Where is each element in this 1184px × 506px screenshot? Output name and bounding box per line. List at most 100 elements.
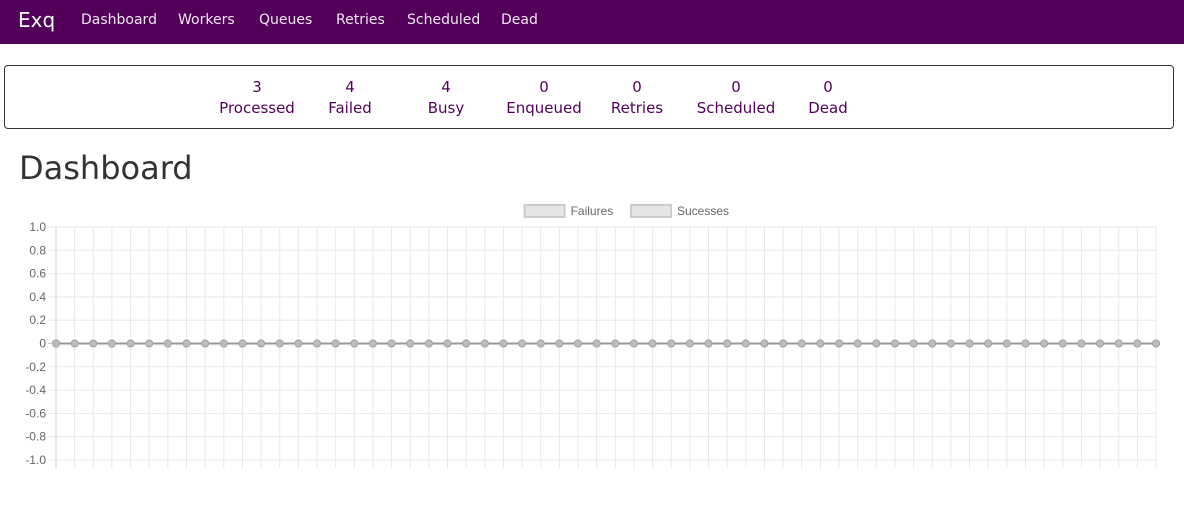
data-point (1002, 339, 1011, 348)
data-point (1096, 339, 1105, 348)
legend-item: Sucesses (630, 204, 729, 218)
y-tick-label: 0.8 (29, 243, 46, 257)
legend-item: Failures (523, 204, 614, 218)
y-tick-label: 0 (39, 337, 46, 351)
stat-dead-value: 0 (823, 78, 833, 96)
data-point (667, 339, 676, 348)
data-point (723, 339, 732, 348)
brand-link[interactable]: Exq (18, 8, 55, 32)
data-point (965, 339, 974, 348)
stat-retries-label: Retries (610, 99, 664, 117)
data-point (890, 339, 899, 348)
stat-retries: 0 Retries (611, 77, 663, 119)
data-point (480, 339, 489, 348)
data-point (462, 339, 471, 348)
data-point (779, 339, 788, 348)
stat-scheduled-label: Scheduled (696, 99, 776, 117)
stat-processed-label: Processed (219, 99, 295, 117)
legend-label: Failures (571, 204, 614, 218)
stat-busy-label: Busy (427, 99, 465, 117)
data-point (275, 339, 284, 348)
nav-queues[interactable]: Queues (259, 12, 312, 28)
stat-dead-label: Dead (808, 99, 848, 117)
navbar: Exq Dashboard Workers Queues Retries Sch… (0, 0, 1184, 44)
stat-failed-value: 4 (345, 78, 355, 96)
data-point (1040, 339, 1049, 348)
y-tick-label: 1.0 (29, 220, 46, 234)
stat-dead: 0 Dead (808, 77, 848, 119)
data-point (928, 339, 937, 348)
stat-processed-value: 3 (252, 78, 262, 96)
data-point (835, 339, 844, 348)
data-point (518, 339, 527, 348)
y-tick-label: 0.6 (29, 267, 46, 281)
stat-enqueued-label: Enqueued (506, 99, 582, 117)
y-tick-label: 0.2 (29, 313, 46, 327)
stat-busy-value: 4 (441, 78, 451, 96)
data-point (70, 339, 79, 348)
data-point (611, 339, 620, 348)
stat-enqueued: 0 Enqueued (506, 77, 582, 119)
data-point (107, 339, 116, 348)
data-point (443, 339, 452, 348)
nav-retries[interactable]: Retries (336, 12, 385, 28)
y-tick-label: -0.6 (25, 406, 46, 420)
data-point (238, 339, 247, 348)
data-point (984, 339, 993, 348)
y-tick-label: -0.2 (25, 360, 46, 374)
data-point (704, 339, 713, 348)
data-point (853, 339, 862, 348)
data-point (89, 339, 98, 348)
data-point (1058, 339, 1067, 348)
data-point (331, 339, 340, 348)
data-point (313, 339, 322, 348)
data-point (760, 339, 769, 348)
data-point (257, 339, 266, 348)
data-point (648, 339, 657, 348)
data-point (629, 339, 638, 348)
nav-dashboard[interactable]: Dashboard (81, 12, 157, 28)
data-point (350, 339, 359, 348)
data-point (182, 339, 191, 348)
data-point (1152, 339, 1160, 348)
data-point (816, 339, 825, 348)
data-point (574, 339, 583, 348)
legend-swatch (523, 204, 566, 218)
y-tick-label: -0.8 (25, 430, 46, 444)
data-point (406, 339, 415, 348)
data-point (368, 339, 377, 348)
data-point (946, 339, 955, 348)
data-point (1133, 339, 1142, 348)
data-point (163, 339, 172, 348)
stat-processed: 3 Processed (219, 77, 295, 119)
y-tick-label: 0.4 (29, 290, 46, 304)
data-point (294, 339, 303, 348)
data-point (797, 339, 806, 348)
data-point (536, 339, 545, 348)
data-point (219, 339, 228, 348)
dashboard-chart: 1.0 0.8 0.6 0.4 0.2 0 -0.2 -0.4 -0.6 -0.8 -1.0 Fai… (25, 204, 1160, 468)
stat-failed-label: Failed (328, 99, 372, 117)
nav-scheduled[interactable]: Scheduled (407, 12, 480, 28)
nav-dead[interactable]: Dead (501, 12, 538, 28)
stat-retries-value: 0 (632, 78, 642, 96)
data-point (685, 339, 694, 348)
data-point (201, 339, 210, 348)
stat-enqueued-value: 0 (539, 78, 549, 96)
data-point (387, 339, 396, 348)
y-tick-label: -0.4 (25, 383, 46, 397)
data-point (555, 339, 564, 348)
data-point (741, 339, 750, 348)
data-point (499, 339, 508, 348)
nav-workers[interactable]: Workers (178, 12, 235, 28)
data-point (1077, 339, 1086, 348)
data-point (592, 339, 601, 348)
y-tick-label: -1.0 (25, 453, 46, 467)
stat-scheduled-value: 0 (731, 78, 741, 96)
data-point (1021, 339, 1030, 348)
stat-scheduled: 0 Scheduled (697, 77, 775, 119)
stat-failed: 4 Failed (328, 77, 372, 119)
legend-swatch (630, 204, 672, 218)
data-point (1114, 339, 1123, 348)
data-point (145, 339, 154, 348)
